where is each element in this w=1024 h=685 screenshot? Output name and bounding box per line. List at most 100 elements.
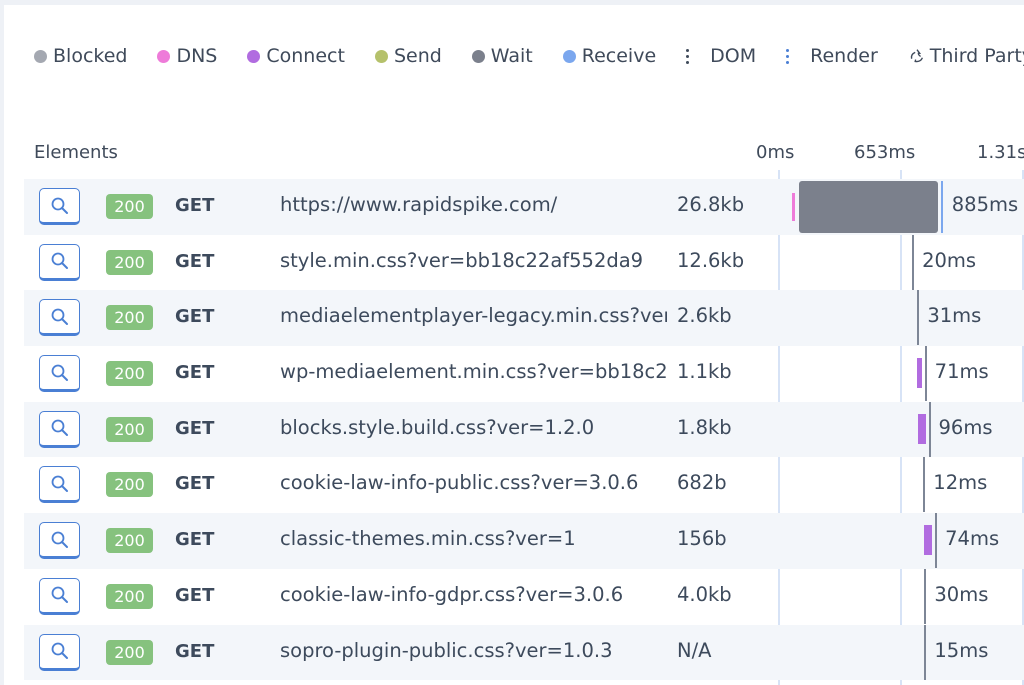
request-url[interactable]: blocks.style.build.css?ver=1.2.0 — [280, 416, 667, 439]
legend: Blocked DNS Connect Send Wait Receive DOM Rende… — [34, 44, 1024, 68]
status-badge: 200 — [106, 583, 153, 609]
table-row[interactable]: 200 GET wp-mediaelement.min.css?ver=bb18c2… — [24, 346, 1024, 402]
table-row[interactable]: 200 GET https://www.rapidspike.com/26.8kb 8… — [24, 179, 1024, 235]
request-size: 682b — [677, 471, 727, 495]
legend-item-render: Render — [786, 45, 878, 67]
request-size: N/A — [677, 638, 712, 662]
request-method: GET — [175, 417, 215, 439]
request-url[interactable]: https://www.rapidspike.com/ — [280, 193, 667, 216]
timing-marker — [924, 624, 927, 680]
request-duration: 74ms — [945, 527, 1000, 551]
inspect-button[interactable] — [39, 299, 80, 337]
request-method: GET — [175, 195, 215, 216]
request-size: 12.6kb — [677, 248, 745, 272]
timing-marker — [935, 513, 938, 569]
elements-column-header: Elements — [34, 142, 118, 163]
dot-icon — [157, 49, 171, 63]
inspect-button[interactable] — [39, 577, 80, 615]
request-url[interactable]: wp-mediaelement.min.css?ver=bb18c22af552… — [280, 360, 667, 383]
request-duration: 20ms — [922, 248, 977, 272]
legend-label: Blocked — [53, 45, 128, 67]
magnifier-icon — [51, 252, 68, 270]
dot-icon — [562, 49, 576, 63]
request-url[interactable]: style.min.css?ver=bb18c22af552da9 — [280, 249, 667, 272]
status-badge: 200 — [106, 305, 153, 331]
table-row[interactable]: 200 GET classic-themes.min.css?ver=1 156b 74… — [24, 513, 1024, 569]
table-row[interactable]: 200 GET blocks.style.build.css?ver=1.2.0 1.… — [24, 401, 1024, 458]
request-duration: 71ms — [934, 360, 989, 384]
legend-item-third-party: Third Party — [908, 45, 1024, 67]
wait-segment — [799, 181, 938, 233]
magnifier-icon — [51, 197, 68, 214]
table-row[interactable]: 200 GET mediaelementplayer-legacy.min.css?… — [24, 290, 1024, 347]
magnifier-icon — [51, 586, 68, 604]
legend-label: Wait — [490, 45, 533, 67]
legend-item-send: Send — [374, 45, 442, 67]
inspect-button[interactable] — [39, 243, 80, 281]
table-row[interactable]: 200 GET sopro-plugin-public.css?ver=1.0.3 N… — [24, 624, 1024, 681]
request-size: 2.6kb — [677, 304, 732, 328]
legend-item-wait: Wait — [471, 45, 533, 67]
connect-segment — [917, 358, 922, 389]
legend-label: Receive — [581, 45, 657, 67]
request-method: GET — [175, 250, 215, 272]
request-url[interactable]: cookie-law-info-gdpr.css?ver=3.0.6 — [280, 583, 667, 606]
magnifier-icon — [51, 531, 68, 548]
dot-icon — [247, 49, 261, 63]
magnifier-icon — [51, 419, 68, 437]
receive-segment — [940, 181, 943, 233]
status-badge: 200 — [106, 472, 153, 498]
magnifier-icon — [51, 308, 68, 325]
legend-label: Connect — [266, 45, 345, 67]
request-method: GET — [175, 584, 215, 606]
request-url[interactable]: mediaelementplayer-legacy.min.css?ver=bb… — [280, 304, 667, 327]
request-url[interactable]: classic-themes.min.css?ver=1 — [280, 527, 667, 550]
table-row[interactable]: 200 GET cookie-law-info-gdpr.css?ver=3.0.6… — [24, 568, 1024, 625]
request-method: GET — [175, 473, 215, 495]
status-badge: 200 — [106, 194, 153, 219]
legend-item-dns: DNS — [157, 45, 217, 67]
timing-marker — [924, 568, 927, 624]
timing-marker — [924, 346, 927, 402]
magnifier-icon — [51, 475, 68, 492]
request-method: GET — [175, 640, 215, 662]
vertical-dots-icon — [686, 48, 690, 64]
dns-segment — [792, 193, 795, 221]
status-badge: 200 — [106, 361, 153, 387]
request-duration: 15ms — [934, 638, 989, 662]
request-size: 156b — [677, 527, 727, 551]
legend-label: Third Party — [929, 45, 1024, 67]
legend-item-dom: DOM — [686, 45, 756, 67]
timeline-tick-1: 653ms — [854, 142, 916, 163]
request-duration: 885ms — [951, 193, 1019, 216]
timeline-tick-2: 1.31s — [977, 142, 1024, 163]
dot-icon — [34, 49, 47, 63]
timing-marker — [928, 401, 931, 457]
magnifier-icon — [51, 642, 68, 659]
request-size: 26.8kb — [677, 193, 745, 216]
status-badge: 200 — [106, 416, 153, 442]
table-row[interactable]: 200 GET cookie-law-info-public.css?ver=3.0… — [24, 457, 1024, 513]
legend-label: Send — [393, 45, 442, 67]
request-url[interactable]: sopro-plugin-public.css?ver=1.0.3 — [280, 639, 667, 662]
request-method: GET — [175, 529, 215, 551]
magnifier-icon — [51, 364, 68, 381]
timing-marker — [912, 234, 915, 290]
request-duration: 31ms — [927, 304, 982, 328]
status-badge: 200 — [106, 249, 153, 275]
inspect-button[interactable] — [39, 410, 80, 448]
request-url[interactable]: cookie-law-info-public.css?ver=3.0.6 — [280, 471, 667, 494]
dot-icon — [374, 49, 388, 63]
legend-label: DOM — [710, 45, 757, 67]
request-size: 4.0kb — [677, 582, 732, 606]
inspect-button[interactable] — [39, 522, 80, 560]
inspect-button[interactable] — [39, 355, 80, 393]
inspect-button[interactable] — [39, 188, 80, 225]
status-badge: 200 — [106, 528, 153, 554]
table-row[interactable]: 200 GET style.min.css?ver=bb18c22af552da9 1… — [24, 234, 1024, 291]
request-duration: 12ms — [933, 471, 988, 495]
request-list: 200 GET https://www.rapidspike.com/26.8kb 8… — [24, 179, 1024, 681]
inspect-button[interactable] — [39, 633, 80, 671]
request-duration: 30ms — [934, 582, 989, 606]
inspect-button[interactable] — [39, 466, 80, 504]
